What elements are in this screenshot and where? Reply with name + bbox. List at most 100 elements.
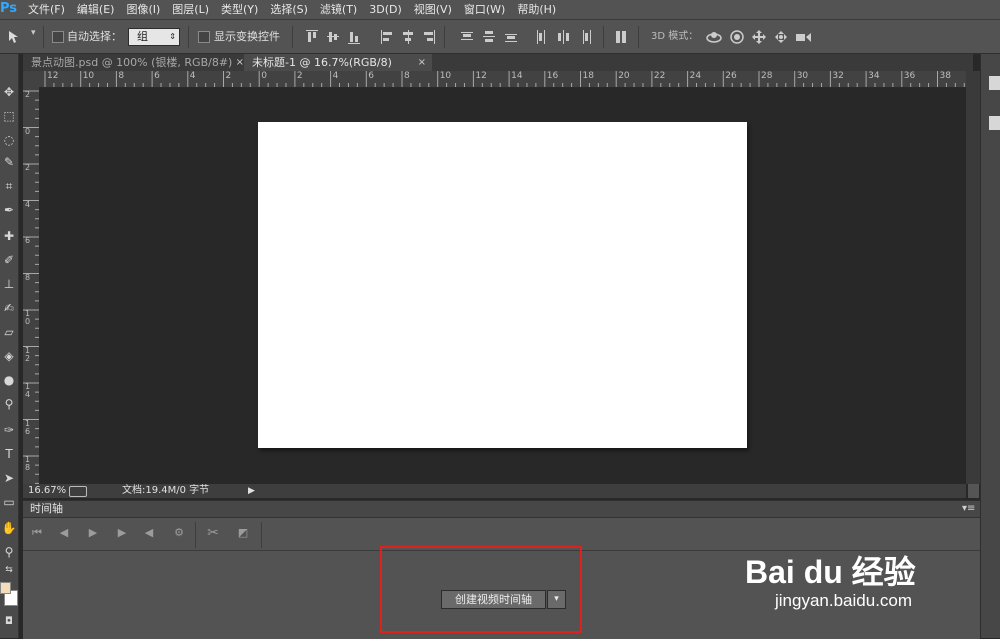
zoom-level[interactable]: 16.67% <box>28 484 66 498</box>
dodge-tool-icon[interactable]: ⚲ <box>0 394 18 414</box>
align-bottom-icon[interactable] <box>348 30 360 44</box>
menu-file[interactable]: 文件(F) <box>22 0 71 19</box>
history-panel-icon[interactable] <box>989 76 1000 90</box>
panel-menu-icon[interactable]: ▾≡ <box>962 501 975 517</box>
distribute-right-icon[interactable] <box>579 30 591 44</box>
horizontal-ruler[interactable]: 12 10 8 6 4 2 0 2 4 6 8 10 12 14 16 18 20 22 24 26 28 30 32 34 3… <box>39 71 966 88</box>
auto-select-label: 自动选择： <box>67 30 122 43</box>
ruler-label: 18 <box>582 71 594 81</box>
settings-gear-icon[interactable]: ⚙ <box>172 526 186 540</box>
ruler-origin[interactable] <box>23 71 39 87</box>
tools-panel: ✥ ⬚ ◌ ✎ ⌗ ✒ ✚ ✐ ⊥ ✍ ▱ ◈ ● ⚲ ✑ T ➤ ▭ ✋ ⚲ … <box>0 54 19 638</box>
previous-frame-icon[interactable]: ◀ <box>57 526 71 540</box>
distribute-hcenter-icon[interactable] <box>557 30 569 44</box>
distribute-top-icon[interactable] <box>461 30 473 44</box>
pan-3d-icon[interactable] <box>752 30 767 44</box>
updown-icon: ⇕ <box>169 32 176 41</box>
clone-stamp-tool-icon[interactable]: ⊥ <box>0 274 18 294</box>
vertical-ruler[interactable]: 2 0 2 4 6 8 1 0 1 2 1 4 1 6 1 8 <box>23 87 40 484</box>
distribute-left-icon[interactable] <box>535 30 547 44</box>
auto-select-checkbox[interactable] <box>52 31 64 43</box>
scrollbar-corner[interactable] <box>968 484 979 498</box>
status-menu-arrow-icon[interactable]: ▶ <box>248 484 255 498</box>
document-canvas[interactable] <box>258 122 747 448</box>
menu-select[interactable]: 选择(S) <box>264 0 314 19</box>
type-tool-icon[interactable]: T <box>0 444 18 464</box>
marquee-tool-icon[interactable]: ⬚ <box>0 106 18 126</box>
divider <box>638 26 639 48</box>
menu-type[interactable]: 类型(Y) <box>215 0 264 19</box>
roll-3d-icon[interactable] <box>730 30 745 44</box>
3d-panel-icon[interactable] <box>989 116 1000 130</box>
close-icon[interactable]: × <box>236 54 244 71</box>
audio-icon[interactable]: ◀ <box>142 526 156 540</box>
distribute-bottom-icon[interactable] <box>505 30 517 44</box>
align-right-icon[interactable] <box>423 30 435 44</box>
preview-icon[interactable] <box>69 486 87 497</box>
paint-bucket-tool-icon[interactable]: ◈ <box>0 346 18 366</box>
divider <box>444 26 445 48</box>
eraser-tool-icon[interactable]: ▱ <box>0 322 18 342</box>
hand-tool-icon[interactable]: ✋ <box>0 518 18 538</box>
align-hcenter-icon[interactable] <box>402 30 414 44</box>
path-select-tool-icon[interactable]: ➤ <box>0 468 18 488</box>
ruler-label: 0 <box>261 71 267 81</box>
divider <box>188 26 189 48</box>
options-bar: ▾ 自动选择： 组 ⇕ 显示变换控件 3D 模式： <box>0 20 1000 54</box>
brush-tool-icon[interactable]: ✐ <box>0 250 18 270</box>
crop-tool-icon[interactable]: ⌗ <box>0 176 18 196</box>
ruler-label: 8 <box>118 71 125 81</box>
align-left-icon[interactable] <box>381 30 393 44</box>
divider <box>261 522 262 548</box>
show-transform-checkbox[interactable] <box>198 31 210 43</box>
close-icon[interactable]: × <box>418 54 426 71</box>
rotate-3d-icon[interactable] <box>706 30 723 44</box>
rectangle-tool-icon[interactable]: ▭ <box>0 492 18 512</box>
history-brush-tool-icon[interactable]: ✍ <box>0 298 18 318</box>
quick-mask-icon[interactable]: ◘ <box>0 612 18 632</box>
align-vcenter-icon[interactable] <box>327 30 339 44</box>
slide-3d-icon[interactable] <box>774 30 789 44</box>
blur-tool-icon[interactable]: ● <box>0 370 18 390</box>
transition-icon[interactable]: ◩ <box>236 526 250 540</box>
auto-align-icon[interactable] <box>615 30 627 44</box>
menu-filter[interactable]: 滤镜(T) <box>314 0 363 19</box>
foreground-color-swatch[interactable] <box>0 582 11 594</box>
scale-3d-icon[interactable] <box>795 30 812 44</box>
eyedropper-tool-icon[interactable]: ✒ <box>0 200 18 220</box>
play-icon[interactable]: ▶ <box>86 526 100 540</box>
move-tool-icon[interactable]: ✥ <box>0 82 18 102</box>
timeline-title[interactable]: 时间轴 <box>30 501 63 517</box>
swap-colors-icon[interactable]: ⇆ <box>0 560 18 580</box>
auto-select-dropdown[interactable]: 组 ⇕ <box>128 28 180 46</box>
pen-tool-icon[interactable]: ✑ <box>0 420 18 440</box>
ruler-label: 12 <box>475 71 487 81</box>
show-transform-label: 显示变换控件 <box>214 30 280 43</box>
divider <box>603 26 604 48</box>
tool-preset-chevron-icon[interactable]: ▾ <box>31 28 36 38</box>
scissors-icon[interactable]: ✂ <box>206 526 220 540</box>
menu-3d[interactable]: 3D(D) <box>363 0 408 19</box>
menu-view[interactable]: 视图(V) <box>408 0 458 19</box>
menu-help[interactable]: 帮助(H) <box>511 0 562 19</box>
tab-scenic-gif[interactable]: 景点动图.psd @ 100% (银楼, RGB/8#) × <box>23 54 250 71</box>
vertical-scrollbar[interactable] <box>966 71 980 484</box>
distribute-vcenter-icon[interactable] <box>483 30 495 44</box>
go-to-first-frame-icon[interactable]: ⏮ <box>30 526 44 540</box>
next-frame-icon[interactable]: ▶ <box>115 526 129 540</box>
ruler-label: 28 <box>761 71 773 81</box>
zoom-tool-icon[interactable]: ⚲ <box>0 542 18 562</box>
move-tool-icon[interactable] <box>6 29 22 45</box>
menu-image[interactable]: 图像(I) <box>120 0 166 19</box>
tab-untitled-1[interactable]: 未标题-1 @ 16.7%(RGB/8) × <box>244 54 432 71</box>
quick-select-tool-icon[interactable]: ✎ <box>0 152 18 172</box>
menu-layer[interactable]: 图层(L) <box>166 0 215 19</box>
menu-edit[interactable]: 编辑(E) <box>71 0 121 19</box>
watermark-url: jingyan.baidu.com <box>775 591 913 610</box>
menu-window[interactable]: 窗口(W) <box>458 0 511 19</box>
align-top-icon[interactable] <box>306 30 318 44</box>
lasso-tool-icon[interactable]: ◌ <box>0 130 18 150</box>
healing-brush-tool-icon[interactable]: ✚ <box>0 226 18 246</box>
ruler-label: 2 <box>296 71 303 81</box>
ruler-label: 14 <box>511 71 523 81</box>
